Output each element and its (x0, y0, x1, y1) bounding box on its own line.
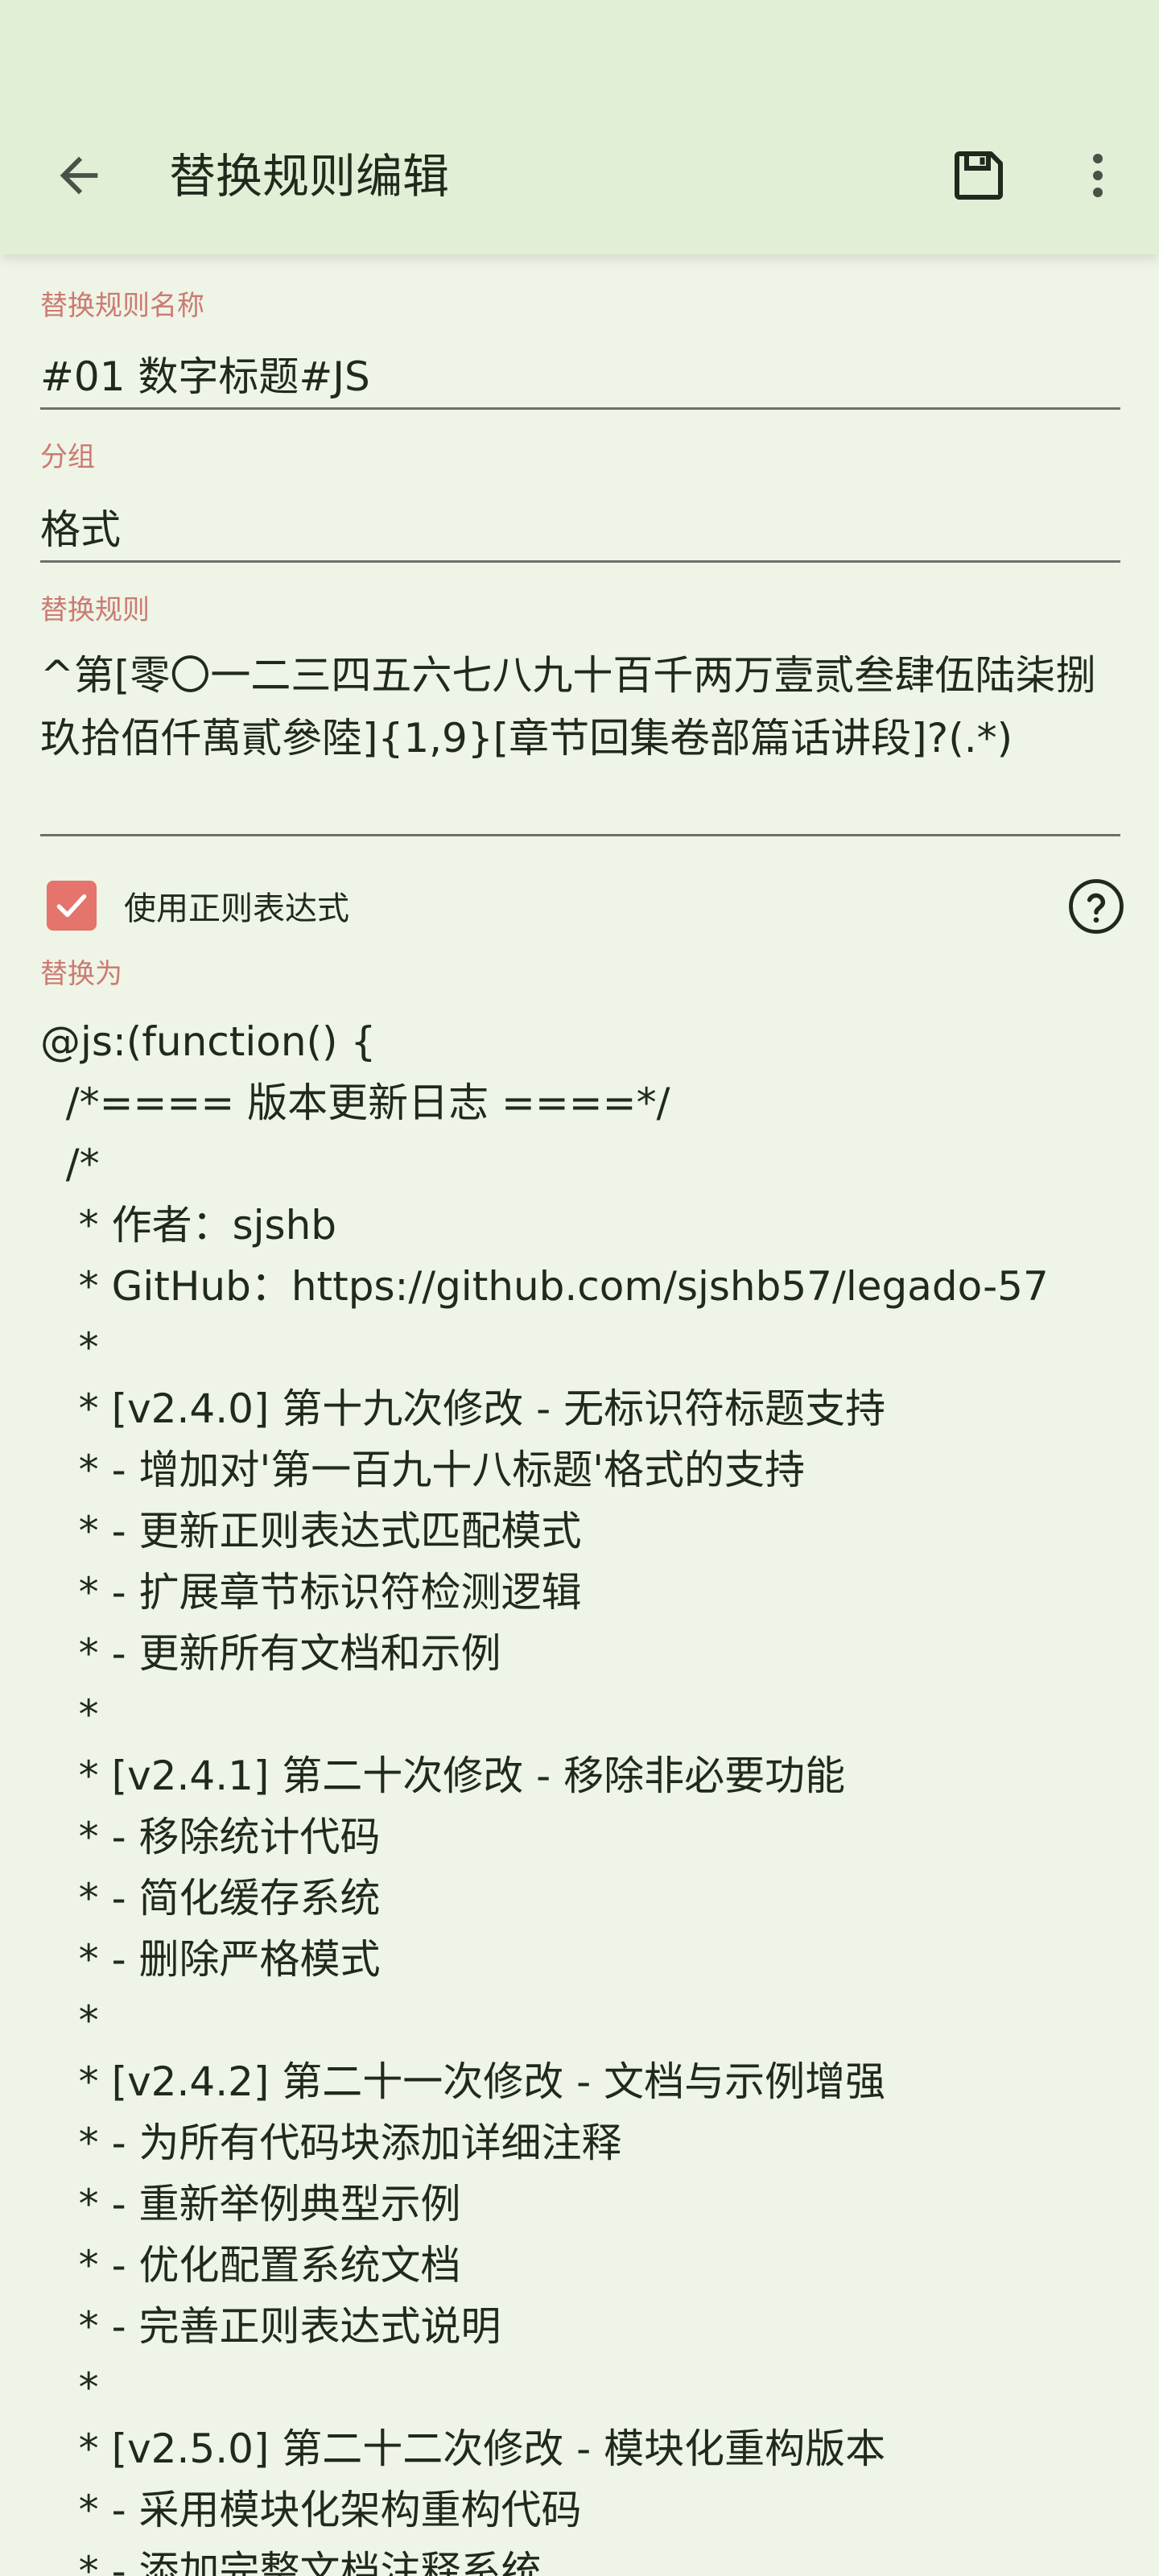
back-button[interactable] (42, 138, 116, 213)
check-icon (56, 894, 87, 918)
rule-name-input[interactable]: #01 数字标题#JS (40, 345, 1119, 402)
code-line: * (40, 1997, 99, 2044)
code-line: /*==== 版本更新日志 ====*/ (40, 1080, 670, 1126)
code-line: /* (40, 1141, 100, 1187)
code-line: * - 移除统计代码 (40, 1814, 381, 1860)
more-vert-icon (1093, 154, 1103, 197)
save-icon (955, 151, 1003, 200)
replace-rule-underline (40, 834, 1120, 836)
code-line: * (40, 1324, 99, 1371)
code-line: * - 重新举例典型示例 (40, 2181, 461, 2227)
use-regex-label: 使用正则表达式 (124, 890, 349, 927)
code-line: * - 添加完整文档注释系统 (40, 2548, 542, 2576)
code-line: * [v2.4.0] 第十九次修改 - 无标识符标题支持 (40, 1385, 886, 1432)
code-line: * [v2.5.0] 第二十二次修改 - 模块化重构版本 (40, 2425, 886, 2472)
rule-name-label: 替换规则名称 (40, 290, 204, 322)
code-line: * (40, 1691, 99, 1738)
code-line: * - 更新正则表达式匹配模式 (40, 1508, 582, 1554)
code-line: * - 增加对'第一百九十八标题'格式的支持 (40, 1447, 805, 1493)
group-input[interactable]: 格式 (40, 497, 1119, 555)
group-label: 分组 (40, 441, 95, 473)
code-line: * (40, 2364, 99, 2411)
group-underline (40, 560, 1120, 563)
arrow-left-icon (60, 156, 98, 195)
replace-rule-label: 替换规则 (40, 594, 150, 626)
regex-help-button[interactable] (1067, 877, 1125, 935)
save-button[interactable] (942, 138, 1016, 213)
help-circle-icon (1069, 879, 1124, 934)
code-line: * - 扩展章节标识符检测逻辑 (40, 1569, 582, 1616)
code-line: * [v2.4.1] 第二十次修改 - 移除非必要功能 (40, 1752, 846, 1799)
replace-with-label: 替换为 (40, 958, 122, 990)
code-line: * [v2.4.2] 第二十一次修改 - 文档与示例增强 (40, 2058, 886, 2105)
code-line: * - 采用模块化架构重构代码 (40, 2487, 582, 2533)
code-line: * GitHub：https://github.com/sjshb57/lega… (40, 1263, 1049, 1310)
replace-with-input[interactable]: @js:(function() { /*==== 版本更新日志 ====*/ /… (40, 1011, 1135, 2576)
rule-name-underline (40, 407, 1120, 410)
code-line: * - 简化缓存系统 (40, 1875, 381, 1922)
code-line: * - 完善正则表达式说明 (40, 2303, 501, 2350)
code-line: @js:(function() { (40, 1018, 377, 1065)
use-regex-checkbox-row[interactable]: 使用正则表达式 (47, 877, 349, 934)
code-line: * - 删除严格模式 (40, 1936, 381, 1983)
more-options-button[interactable] (1061, 138, 1135, 213)
code-line: * - 优化配置系统文档 (40, 2242, 461, 2289)
replace-rule-edit-screen: 替换规则编辑 替换规则名称 #01 数字标题#JS 分组 格式 替换规则 ^第[… (0, 0, 1159, 2576)
page-title: 替换规则编辑 (169, 149, 450, 204)
code-line: * - 为所有代码块添加详细注释 (40, 2120, 622, 2166)
code-line: * 作者：sjshb (40, 1202, 336, 1249)
code-line: * - 更新所有文档和示例 (40, 1630, 501, 1677)
top-app-bar: 替换规则编辑 (0, 0, 1159, 254)
replace-rule-input[interactable]: ^第[零〇一二三四五六七八九十百千两万壹贰叁肆伍陆柒捌玖拾佰仟萬貳參陸]{1,9… (40, 644, 1123, 770)
use-regex-checkbox[interactable] (47, 881, 97, 931)
